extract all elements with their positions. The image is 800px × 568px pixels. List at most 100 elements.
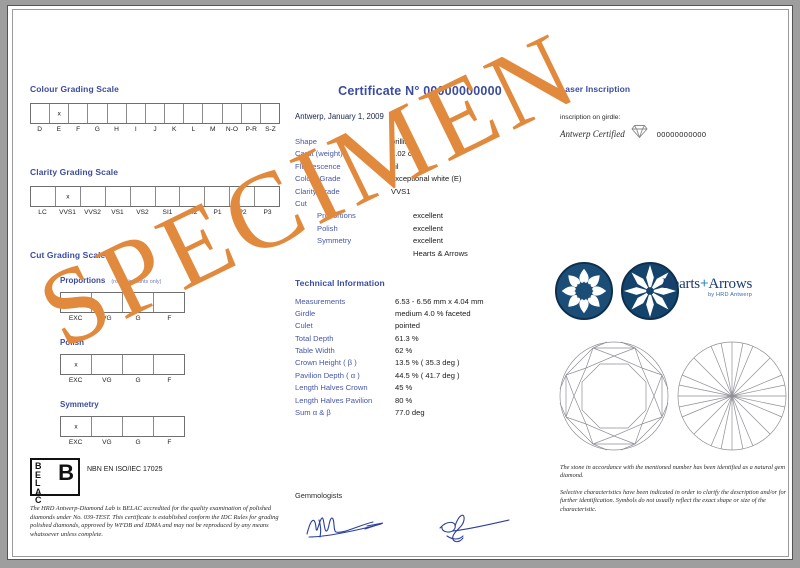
scale-label: F xyxy=(167,439,172,446)
scale-label: P2 xyxy=(238,209,247,216)
scale-cell xyxy=(88,104,108,123)
technical-value: 61.3 % xyxy=(395,333,419,343)
technical-value: 62 % xyxy=(395,346,413,356)
technical-row: Length Halves Pavilion 80 % xyxy=(295,396,545,405)
technical-value: 45 % xyxy=(395,383,413,393)
hearts-arrows-block: Hearts+Arrows by HRD Antwerp xyxy=(554,262,792,322)
scale-label: SI1 xyxy=(162,209,173,216)
scale-label: EXC xyxy=(68,439,83,446)
scale-cell xyxy=(123,417,154,436)
clarity-scale-cells xyxy=(30,186,280,207)
scale-label: VS2 xyxy=(136,209,149,216)
technical-row: Measurements 6.53 - 6.56 mm x 4.04 mm xyxy=(295,297,545,306)
hearts-pattern-icon xyxy=(555,262,613,320)
scale-cell xyxy=(127,104,146,123)
technical-label: Girdle xyxy=(295,308,316,318)
certificate-property-row: Symmetry excellent xyxy=(295,236,545,245)
antwerp-certified-script: Antwerp Certified xyxy=(560,129,625,139)
certificate-property-row: Shape brilliant xyxy=(295,137,545,146)
scale-cell xyxy=(156,187,181,206)
diamond-diagrams xyxy=(556,338,792,454)
technical-label: Total Depth xyxy=(295,333,334,343)
technical-row: Total Depth 61.3 % xyxy=(295,334,545,343)
property-label: Polish xyxy=(317,223,338,233)
technical-value: medium 4.0 % faceted xyxy=(395,308,471,318)
property-label xyxy=(295,249,413,258)
scale-cell xyxy=(106,187,131,206)
scale-cell xyxy=(50,104,70,123)
brand-arrows: Arrows xyxy=(708,276,753,292)
technical-information-rows: Measurements 6.53 - 6.56 mm x 4.04 mm Gird… xyxy=(295,297,545,418)
clarity-scale-labels: LC VVS1 VVS2 VS1 VS2 SI1 SI2 P1 P2 P3 xyxy=(30,209,280,216)
property-value: brilliant xyxy=(391,137,416,146)
right-column: Laser Inscription inscription on girdle:… xyxy=(560,84,792,144)
scale-label: VS1 xyxy=(111,209,124,216)
scale-label: G xyxy=(135,377,141,384)
colour-grading-scale: D E F G H I J K L M N-O P-R S-Z xyxy=(30,103,280,133)
property-value: excellent xyxy=(413,236,443,246)
scale-label: K xyxy=(172,126,177,133)
colour-grading-scale-title: Colour Grading Scale xyxy=(30,84,119,94)
certificate-page: Colour Grading Scale D E F G H I J K L M N-O P-R S-Z… xyxy=(8,6,792,559)
scale-cell xyxy=(92,417,123,436)
scale-label: N-O xyxy=(225,126,238,133)
technical-value: 44.5 % ( 41.7 deg ) xyxy=(395,370,460,380)
scale-label: F xyxy=(167,315,172,322)
scale-label: S-Z xyxy=(265,126,276,133)
scale-label: EXC xyxy=(68,377,83,384)
technical-label: Pavilion Depth ( α ) xyxy=(295,370,360,380)
technical-label: Culet xyxy=(295,321,313,331)
note-paragraph-2: Selective characteristics have been indi… xyxy=(560,488,787,513)
certificate-property-row: Cut xyxy=(295,199,545,208)
property-value: nil xyxy=(391,161,399,171)
technical-value: 77.0 deg xyxy=(395,408,425,418)
scale-label: G xyxy=(135,439,141,446)
belac-logo-mark: B xyxy=(58,460,74,485)
scale-cell xyxy=(203,104,223,123)
colour-scale-labels: D E F G H I J K L M N-O P-R S-Z xyxy=(30,126,280,133)
scale-cell xyxy=(242,104,261,123)
scale-cell xyxy=(108,104,127,123)
scale-cell xyxy=(69,104,89,123)
property-value: exceptional white (E) xyxy=(391,174,462,184)
belac-logo: BELAC B xyxy=(30,458,80,505)
laser-inscription-title: Laser Inscription xyxy=(560,84,631,94)
scale-label: F xyxy=(76,126,81,133)
scale-label: VVS1 xyxy=(59,209,76,216)
belac-logo-letters: BELAC xyxy=(35,461,42,506)
technical-value: 6.53 - 6.56 mm x 4.04 mm xyxy=(395,296,484,306)
gemmologist-signatures xyxy=(295,504,550,548)
cut-section: Symmetry EXC VG G F xyxy=(60,400,280,446)
scale-cell xyxy=(123,355,154,374)
scale-label: F xyxy=(167,377,172,384)
belac-accreditation-text: The HRD Antwerp-Diamond Lab is BELAC acc… xyxy=(30,505,279,538)
certificate-properties: Shape brilliant Carat (weight) 1.02 ct Fluor… xyxy=(295,137,545,258)
signature-svg xyxy=(306,514,510,543)
certificate-title: Certificate N° 00000000000 xyxy=(338,84,502,98)
cut-section-note: (round brilliants only) xyxy=(111,279,162,285)
scale-cell xyxy=(61,417,92,436)
scale-cell xyxy=(205,187,231,206)
hearts-arrows-brand: Hearts+Arrows xyxy=(662,276,752,293)
technical-value: 13.5 % ( 35.3 deg ) xyxy=(395,358,460,368)
pavilion-view-diagram xyxy=(677,341,787,451)
property-value: Hearts & Arrows xyxy=(413,248,468,258)
technical-label: Length Halves Pavilion xyxy=(295,395,373,405)
property-label: Proportions xyxy=(317,211,356,221)
brand-hearts: Hearts xyxy=(662,276,700,292)
property-label: Colour Grade xyxy=(295,174,341,184)
laser-inscription-line: Antwerp Certified 00000000000 xyxy=(560,124,792,144)
scale-label: VG xyxy=(102,315,112,322)
scale-label: E xyxy=(56,126,62,133)
scale-label: I xyxy=(134,126,137,133)
technical-label: Table Width xyxy=(295,346,335,356)
scale-cell xyxy=(223,104,242,123)
gemmologists-block: Gemmologists xyxy=(295,491,550,548)
scale-label: VG xyxy=(102,439,112,446)
left-column: Colour Grading Scale D E F G H I J K L M N-O P-R S-Z… xyxy=(30,84,280,446)
scale-cell xyxy=(154,355,184,374)
scale-label: H xyxy=(114,126,119,133)
technical-row: Girdle medium 4.0 % faceted xyxy=(295,309,545,318)
certificate-property-row: Carat (weight) 1.02 ct xyxy=(295,149,545,158)
scale-cell xyxy=(92,355,123,374)
